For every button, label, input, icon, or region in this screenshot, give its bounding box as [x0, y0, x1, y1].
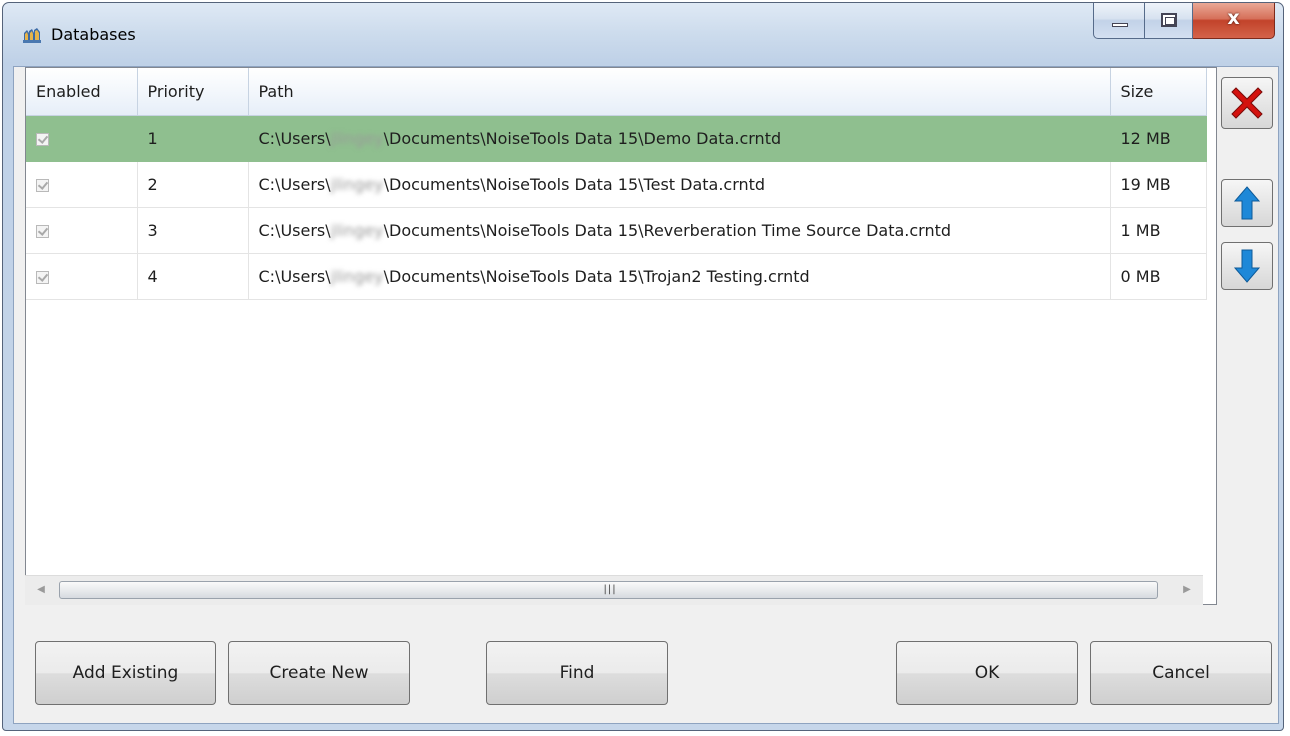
size-cell: 1 MB: [1110, 207, 1207, 254]
app-icon: [23, 28, 41, 43]
title-bar[interactable]: Databases x: [3, 3, 1283, 65]
path-suffix: \Documents\NoiseTools Data 15\Trojan2 Te…: [383, 267, 810, 286]
cancel-button[interactable]: Cancel: [1090, 641, 1272, 705]
path-cell: C:\Users\jlingey\Documents\NoiseTools Da…: [248, 207, 1111, 254]
priority-cell: 2: [137, 161, 249, 208]
path-suffix: \Documents\NoiseTools Data 15\Reverberat…: [383, 221, 952, 240]
enabled-cell: [26, 115, 138, 162]
size-cell: 0 MB: [1110, 253, 1207, 300]
column-header-priority[interactable]: Priority: [137, 68, 249, 116]
window-title: Databases: [51, 25, 136, 44]
table-row[interactable]: 1 C:\Users\jlingey\Documents\NoiseTools …: [26, 115, 1207, 162]
table-row[interactable]: 2 C:\Users\jlingey\Documents\NoiseTools …: [26, 161, 1207, 208]
add-existing-button[interactable]: Add Existing: [35, 641, 216, 705]
column-header-path[interactable]: Path: [248, 68, 1111, 116]
databases-table: Enabled Priority Path Size 1 C:\Users\jl…: [26, 68, 1207, 300]
path-user-redacted: jlingey: [330, 129, 384, 148]
grip-icon: |||: [603, 584, 617, 595]
priority-cell: 3: [137, 207, 249, 254]
scroll-left-icon[interactable]: ◀: [31, 580, 51, 600]
ok-button[interactable]: OK: [896, 641, 1078, 705]
enabled-cell: [26, 161, 138, 208]
enabled-checkbox[interactable]: [36, 133, 49, 146]
enabled-checkbox[interactable]: [36, 179, 49, 192]
enabled-cell: [26, 207, 138, 254]
close-button[interactable]: x: [1193, 3, 1275, 39]
dialog-client-area: Enabled Priority Path Size 1 C:\Users\jl…: [13, 66, 1279, 724]
path-cell: C:\Users\jlingey\Documents\NoiseTools Da…: [248, 115, 1111, 162]
databases-grid[interactable]: Enabled Priority Path Size 1 C:\Users\jl…: [25, 67, 1217, 605]
enabled-checkbox[interactable]: [36, 225, 49, 238]
arrow-up-icon: [1233, 186, 1261, 220]
minimize-button[interactable]: [1093, 3, 1145, 39]
scroll-right-icon[interactable]: ▶: [1177, 580, 1197, 600]
move-down-button[interactable]: [1221, 242, 1273, 290]
enabled-checkbox[interactable]: [36, 271, 49, 284]
red-x-icon: [1231, 87, 1263, 119]
path-user-redacted: jlingey: [330, 221, 384, 240]
table-row[interactable]: 3 C:\Users\jlingey\Documents\NoiseTools …: [26, 207, 1207, 254]
path-prefix: C:\Users\: [258, 129, 331, 148]
priority-cell: 4: [137, 253, 249, 300]
find-button[interactable]: Find: [486, 641, 668, 705]
path-prefix: C:\Users\: [258, 221, 331, 240]
databases-window: Databases x Enabled Priority Path Size 1…: [2, 2, 1284, 731]
maximize-icon: [1161, 13, 1177, 27]
path-prefix: C:\Users\: [258, 267, 331, 286]
arrow-down-icon: [1233, 249, 1261, 283]
close-icon: x: [1227, 7, 1240, 29]
horizontal-scrollbar[interactable]: ◀ ||| ▶: [25, 575, 1203, 605]
caption-buttons: x: [1093, 3, 1275, 39]
maximize-button[interactable]: [1145, 3, 1193, 39]
move-up-button[interactable]: [1221, 179, 1273, 227]
column-header-enabled[interactable]: Enabled: [26, 68, 138, 116]
path-suffix: \Documents\NoiseTools Data 15\Test Data.…: [383, 175, 766, 194]
minimize-icon: [1112, 23, 1128, 27]
path-cell: C:\Users\jlingey\Documents\NoiseTools Da…: [248, 161, 1111, 208]
header-row: Enabled Priority Path Size: [26, 68, 1207, 116]
scroll-thumb[interactable]: |||: [59, 581, 1158, 599]
path-user-redacted: jlingey: [330, 175, 384, 194]
path-user-redacted: jlingey: [330, 267, 384, 286]
size-cell: 19 MB: [1110, 161, 1207, 208]
path-prefix: C:\Users\: [258, 175, 331, 194]
path-cell: C:\Users\jlingey\Documents\NoiseTools Da…: [248, 253, 1111, 300]
column-header-size[interactable]: Size: [1110, 68, 1207, 116]
delete-button[interactable]: [1221, 77, 1273, 129]
enabled-cell: [26, 253, 138, 300]
path-suffix: \Documents\NoiseTools Data 15\Demo Data.…: [383, 129, 782, 148]
size-cell: 12 MB: [1110, 115, 1207, 162]
create-new-button[interactable]: Create New: [228, 641, 410, 705]
table-row[interactable]: 4 C:\Users\jlingey\Documents\NoiseTools …: [26, 253, 1207, 300]
priority-cell: 1: [137, 115, 249, 162]
